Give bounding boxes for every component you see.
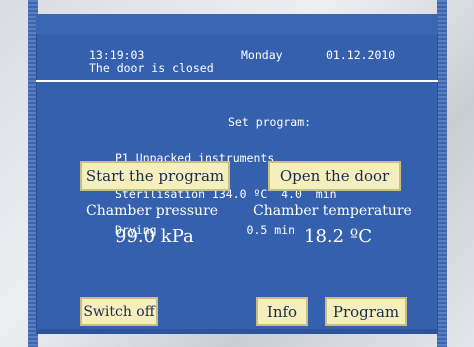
program-button[interactable]: Program: [325, 297, 407, 326]
temperature-label: Chamber temperature: [253, 203, 412, 219]
top-bar: [36, 14, 438, 34]
pressure-label: Chamber pressure: [86, 203, 219, 219]
date: 01.12.2010: [326, 48, 396, 62]
clock-time: 13:19:03: [89, 48, 145, 62]
right-bezel-stripes: [437, 0, 447, 347]
temperature-value: 18.2 ºC: [304, 226, 373, 247]
info-button[interactable]: Info: [256, 297, 308, 326]
open-door-button[interactable]: Open the door: [268, 161, 401, 191]
door-status: The door is closed: [89, 61, 214, 75]
pressure-value: 99.0 kPa: [115, 226, 194, 247]
program-title: Set program:: [228, 115, 312, 129]
control-screen: 13:19:03 Monday 01.12.2010 The door is c…: [36, 14, 438, 334]
switch-off-button[interactable]: Switch off: [80, 297, 158, 326]
start-program-button[interactable]: Start the program: [80, 161, 230, 191]
weekday: Monday: [241, 48, 283, 62]
bottom-strip: [36, 329, 438, 334]
header-divider: [36, 80, 438, 82]
